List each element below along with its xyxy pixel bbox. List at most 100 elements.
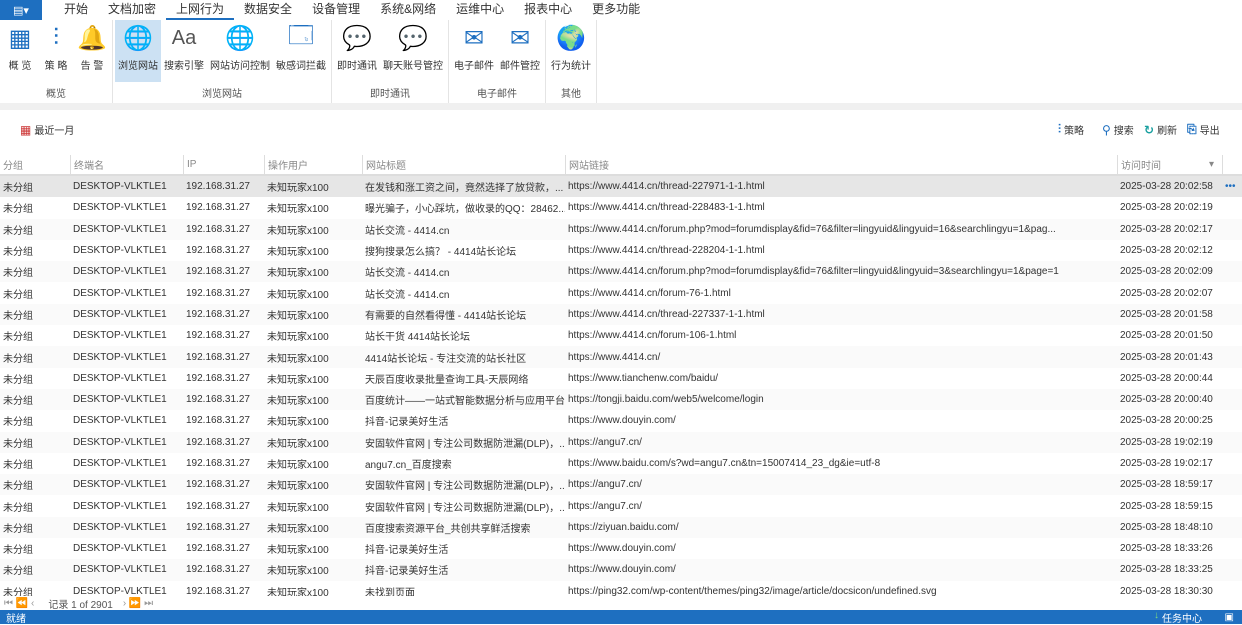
- task-center-button[interactable]: ↓ 任务中心: [1154, 610, 1202, 625]
- table-cell: 抖音-记录美好生活: [365, 417, 449, 429]
- table-cell: 搜狗搜录怎么搞？ - 4414站长论坛: [365, 247, 517, 259]
- column-header[interactable]: 操作用户: [264, 155, 362, 174]
- pager-first-prev-icon[interactable]: ⏮ ⏪ ‹: [4, 598, 34, 609]
- table-cell: DESKTOP-VLKTLE1: [73, 372, 167, 384]
- ribbon-button[interactable]: ✉ 邮件管控: [497, 20, 543, 82]
- table-row[interactable]: 未分组 DESKTOP-VLKTLE1 192.168.31.27 未知玩家x100 曝…: [0, 197, 1242, 218]
- table-cell: 192.168.31.27: [186, 500, 250, 512]
- table-row[interactable]: 未分组 DESKTOP-VLKTLE1 192.168.31.27 未知玩家x100 抖…: [0, 538, 1242, 559]
- table-cell: https://www.4414.cn/: [568, 351, 661, 363]
- table-cell: 4414站长论坛 - 专注交流的站长社区: [365, 353, 527, 365]
- ribbon-group: 🌐 浏览网站 Aa 搜索引擎 🌐 网站访问控制 🗔 敏感词拦截 浏览网站: [113, 20, 332, 103]
- table-cell: 2025-03-28 20:01:58: [1120, 308, 1213, 320]
- table-cell: DESKTOP-VLKTLE1: [73, 458, 167, 469]
- table-cell: https://www.4414.cn/thread-228483-1-1.ht…: [568, 202, 765, 214]
- ribbon-button-label: 敏感词拦截: [276, 61, 326, 72]
- table-row[interactable]: 未分组 DESKTOP-VLKTLE1 192.168.31.27 未知玩家x100 抖…: [0, 410, 1242, 431]
- ribbon-button[interactable]: Aa 搜索引擎: [161, 20, 207, 82]
- column-header[interactable]: 网站链接: [565, 155, 1117, 174]
- column-header[interactable]: 访问时间 ▾: [1117, 155, 1222, 174]
- calendar-icon: ▦: [20, 122, 32, 137]
- ribbon-button[interactable]: 🌐 浏览网站: [115, 20, 161, 82]
- table-row[interactable]: 未分组 DESKTOP-VLKTLE1 192.168.31.27 未知玩家x100 天…: [0, 368, 1242, 389]
- ribbon-button[interactable]: 🗔 敏感词拦截: [273, 20, 329, 82]
- table-cell: 未知玩家x100: [267, 460, 329, 471]
- column-header[interactable]: 网站标题: [362, 155, 565, 174]
- search-button[interactable]: ⚲ 搜索: [1102, 122, 1134, 138]
- table-row[interactable]: 未分组 DESKTOP-VLKTLE1 192.168.31.27 未知玩家x100 在…: [0, 176, 1242, 198]
- ribbon-button[interactable]: ✉ 电子邮件: [451, 20, 497, 82]
- menu-tab[interactable]: 更多功能: [582, 0, 650, 20]
- menu-tab[interactable]: 上网行为: [166, 0, 235, 20]
- menu-tab[interactable]: 运维中心: [446, 0, 514, 20]
- table-cell: 192.168.31.27: [186, 394, 250, 406]
- table-cell: 2025-03-28 19:02:17: [1120, 458, 1213, 469]
- table-row[interactable]: 未分组 DESKTOP-VLKTLE1 192.168.31.27 未知玩家x100 a…: [0, 453, 1242, 474]
- ribbon-button[interactable]: 💬 聊天账号管控: [380, 20, 446, 82]
- sliders-icon: ⫶: [1058, 122, 1062, 136]
- ribbon-button[interactable]: 🌐 网站访问控制: [207, 20, 273, 82]
- table-row[interactable]: 未分组 DESKTOP-VLKTLE1 192.168.31.27 未知玩家x100 安…: [0, 431, 1242, 453]
- table-cell: https://ziyuan.baidu.com/: [568, 521, 679, 533]
- table-row[interactable]: 未分组 DESKTOP-VLKTLE1 192.168.31.27 未知玩家x100 4…: [0, 346, 1242, 368]
- menu-tab[interactable]: 系统&网络: [370, 0, 446, 20]
- export-button[interactable]: ⎘ 导出: [1187, 122, 1220, 137]
- panel-icon[interactable]: ▣: [1225, 612, 1234, 623]
- table-cell: 未知玩家x100: [267, 310, 329, 322]
- menu-tab[interactable]: 文档加密: [98, 0, 166, 20]
- table-row[interactable]: 未分组 DESKTOP-VLKTLE1 192.168.31.27 未知玩家x100 抖…: [0, 559, 1242, 581]
- table-cell: DESKTOP-VLKTLE1: [73, 394, 167, 406]
- table-cell: 192.168.31.27: [186, 351, 250, 363]
- table-cell: https://www.4414.cn/forum.php?mod=forumd…: [568, 266, 1059, 278]
- pager-next-last-icon[interactable]: › ⏩ ⏭: [123, 598, 153, 609]
- table-row[interactable]: 未分组 DESKTOP-VLKTLE1 192.168.31.27 未知玩家x100 安…: [0, 474, 1242, 496]
- table-cell: https://angu7.cn/: [568, 479, 642, 491]
- table-row[interactable]: 未分组 DESKTOP-VLKTLE1 192.168.31.27 未知玩家x100 站…: [0, 261, 1242, 283]
- table-cell: 未知玩家x100: [267, 183, 329, 195]
- menu-tab[interactable]: 报表中心: [514, 0, 582, 20]
- table-cell: 2025-03-28 18:59:15: [1120, 500, 1213, 512]
- date-range-button[interactable]: ▦ 最近一月: [20, 122, 74, 138]
- table-cell: 未分组: [3, 460, 33, 471]
- table-cell: https://tongji.baidu.com/web5/welcome/lo…: [568, 394, 764, 406]
- ribbon-button-label: 浏览网站: [118, 61, 158, 72]
- policy-button[interactable]: ⫶ 策略: [1058, 122, 1084, 137]
- globe-icon: 🌐: [123, 24, 153, 52]
- chat-icon: 💬: [342, 24, 372, 52]
- ribbon-button[interactable]: ⫶ 策 略: [38, 20, 74, 82]
- ribbon-group-label: 其他: [561, 89, 581, 100]
- table-row[interactable]: 未分组 DESKTOP-VLKTLE1 192.168.31.27 未知玩家x100 搜…: [0, 240, 1242, 261]
- table-cell: 未分组: [3, 481, 33, 493]
- ribbon-group-label: 浏览网站: [202, 89, 242, 100]
- table-cell: https://www.4414.cn/forum.php?mod=forumd…: [568, 223, 1056, 235]
- table-row[interactable]: 未分组 DESKTOP-VLKTLE1 192.168.31.27 未知玩家x100 百…: [0, 516, 1242, 539]
- table-cell: DESKTOP-VLKTLE1: [73, 564, 167, 576]
- ribbon-button[interactable]: 🔔 告 警: [74, 20, 110, 82]
- ribbon-button[interactable]: 🌍 行为统计: [548, 20, 594, 82]
- table-cell: 未分组: [3, 225, 33, 237]
- table-cell: 未分组: [3, 438, 33, 450]
- ribbon-button[interactable]: 💬 即时通讯: [334, 20, 380, 82]
- table-cell: 2025-03-28 18:33:25: [1120, 564, 1213, 576]
- table-row[interactable]: 未分组 DESKTOP-VLKTLE1 192.168.31.27 未知玩家x100 百…: [0, 388, 1242, 411]
- table-row[interactable]: 未分组 DESKTOP-VLKTLE1 192.168.31.27 未知玩家x100 站…: [0, 218, 1242, 240]
- table-row[interactable]: 未分组 DESKTOP-VLKTLE1 192.168.31.27 未知玩家x100 站…: [0, 325, 1242, 346]
- app-menu-button[interactable]: ▤▾: [0, 0, 42, 20]
- table-cell: 未知玩家x100: [267, 417, 329, 429]
- column-header[interactable]: IP: [183, 155, 264, 174]
- table-cell: 有需要的自然看得懂 - 4414站长论坛: [365, 310, 527, 322]
- pager: ⏮ ⏪ ‹ 记录 1 of 2901 › ⏩ ⏭: [0, 596, 1242, 611]
- table-row[interactable]: 未分组 DESKTOP-VLKTLE1 192.168.31.27 未知玩家x100 有…: [0, 303, 1242, 326]
- menu-tab[interactable]: 开始: [54, 0, 98, 20]
- more-icon[interactable]: •••: [1222, 181, 1242, 192]
- table-row[interactable]: 未分组 DESKTOP-VLKTLE1 192.168.31.27 未知玩家x100 站…: [0, 282, 1242, 303]
- table-row[interactable]: 未分组 DESKTOP-VLKTLE1 192.168.31.27 未知玩家x100 安…: [0, 495, 1242, 516]
- refresh-button[interactable]: ↻ 刷新: [1144, 122, 1177, 138]
- column-header[interactable]: 分组: [0, 155, 70, 174]
- column-header[interactable]: 终端名: [70, 155, 183, 174]
- sort-dropdown-icon[interactable]: ▾: [1209, 159, 1214, 170]
- ribbon-button-label: 策 略: [44, 61, 68, 72]
- ribbon-button[interactable]: ▦ 概 览: [2, 20, 38, 82]
- table-cell: DESKTOP-VLKTLE1: [73, 223, 167, 235]
- table-cell: 未分组: [3, 502, 33, 514]
